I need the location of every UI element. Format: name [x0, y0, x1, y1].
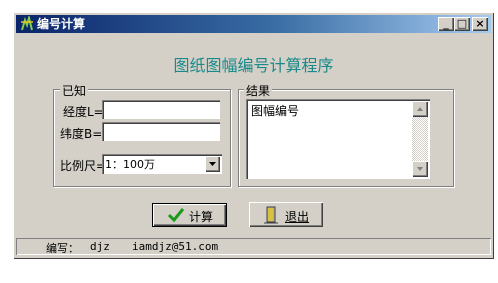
- scale-label: 比例尺=: [60, 159, 107, 173]
- checkmark-icon: [167, 208, 185, 223]
- dropdown-button[interactable]: [205, 156, 220, 172]
- longitude-label: 经度L=: [63, 105, 104, 119]
- author-email: iamdjz@51.com: [132, 240, 219, 253]
- author-label: 编写：: [46, 242, 79, 255]
- exit-button[interactable]: 退出: [249, 202, 323, 227]
- close-icon: ×: [475, 17, 485, 30]
- app-window: 编号计算 _ □ × 图纸图幅编号计算程序 已知 经度L= 纬度B= 比例尺= …: [13, 12, 494, 259]
- calculate-button[interactable]: 计算: [152, 203, 227, 227]
- minimize-button[interactable]: _: [438, 17, 454, 31]
- author-name: djz: [90, 240, 110, 253]
- result-group: 结果 图幅编号: [238, 82, 454, 187]
- result-textarea[interactable]: 图幅编号: [246, 99, 430, 179]
- close-button[interactable]: ×: [472, 17, 488, 31]
- result-group-label: 结果: [244, 82, 273, 99]
- door-exit-icon: [264, 206, 278, 224]
- scroll-up-button[interactable]: [412, 101, 428, 117]
- page-heading: 图纸图幅编号计算程序: [173, 56, 334, 75]
- app-icon: [21, 16, 33, 31]
- known-group-label: 已知: [60, 82, 89, 99]
- scroll-down-button[interactable]: [412, 161, 428, 177]
- maximize-icon: □: [456, 17, 468, 30]
- status-bar: 编写： djz iamdjz@51.com: [16, 238, 491, 255]
- window-title: 编号计算: [37, 17, 86, 31]
- calculate-label: 计算: [189, 210, 214, 224]
- result-text: 图幅编号: [251, 104, 300, 118]
- scale-value: 1：100万: [105, 158, 155, 171]
- title-bar[interactable]: 编号计算 _ □ ×: [16, 15, 491, 33]
- exit-label: 退出: [285, 210, 310, 224]
- known-group: 已知 经度L= 纬度B= 比例尺= 1：100万: [53, 82, 231, 187]
- minimize-icon: _: [443, 17, 449, 30]
- scale-select[interactable]: 1：100万: [102, 154, 222, 174]
- arrow-up-icon: [417, 107, 423, 111]
- longitude-input[interactable]: [102, 100, 220, 119]
- chevron-down-icon: [209, 162, 216, 166]
- result-scrollbar[interactable]: [412, 101, 428, 177]
- latitude-label: 纬度B=: [60, 127, 103, 141]
- arrow-down-icon: [417, 167, 423, 171]
- maximize-button[interactable]: □: [454, 17, 470, 31]
- latitude-input[interactable]: [102, 122, 220, 141]
